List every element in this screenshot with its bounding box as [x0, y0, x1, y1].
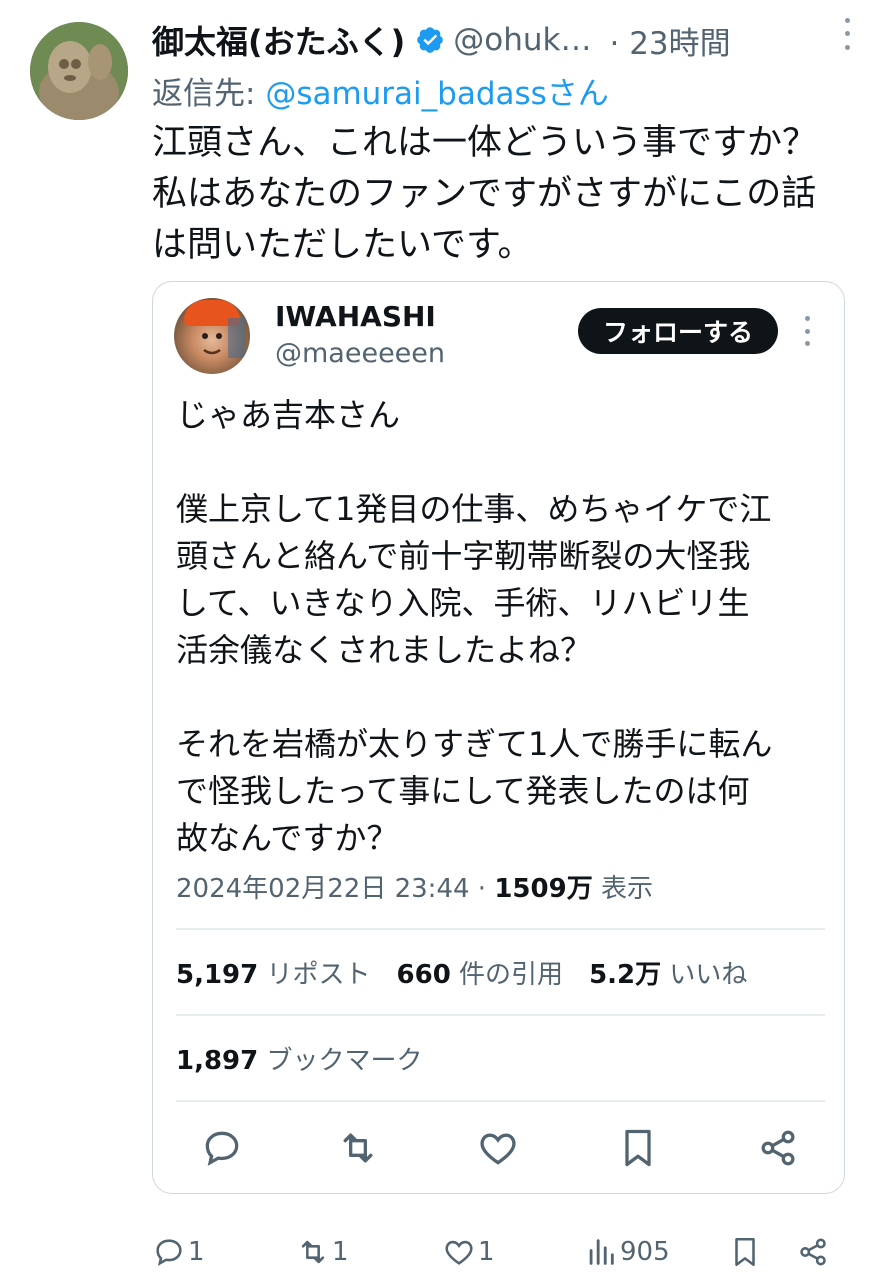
reply-count: 1: [188, 1237, 205, 1267]
bookmark-icon[interactable]: [616, 1126, 660, 1170]
reply-icon[interactable]: [200, 1126, 244, 1170]
bookmarks-count: 1,897: [176, 1046, 259, 1076]
quoted-author-name[interactable]: IWAHASHI: [275, 300, 436, 333]
quoted-more-options-icon[interactable]: [800, 316, 814, 346]
views-count: 1509万: [494, 874, 593, 904]
like-icon: [445, 1240, 473, 1265]
likes-label[interactable]: いいね: [661, 960, 747, 990]
views-chart-icon: [589, 1239, 614, 1265]
footer-repost-button[interactable]: 1: [296, 1232, 349, 1272]
repost-count: 1: [332, 1237, 349, 1267]
share-icon: [800, 1238, 826, 1266]
like-icon[interactable]: [476, 1126, 520, 1170]
bookmarks-label: ブックマーク: [258, 1046, 423, 1076]
follow-button[interactable]: フォローする: [578, 308, 778, 354]
quotes-label[interactable]: 件の引用: [451, 960, 563, 990]
quoted-avatar-face: [202, 318, 246, 358]
clay-figure-image: [30, 22, 128, 120]
author-name[interactable]: 御太福(おたふく): [152, 17, 405, 63]
quoted-author-avatar[interactable]: [174, 298, 250, 374]
divider: [176, 1100, 825, 1102]
quoted-tweet-meta: 2024年02月22日 23:44 · 1509万 表示: [176, 868, 653, 905]
views-label: 表示: [592, 874, 653, 904]
quoted-tweet-text: じゃあ吉本さん 僕上京して1発目の仕事、めちゃイケで江 頭さんと絡んで前十字靭帯…: [176, 396, 773, 857]
like-count: 1: [478, 1237, 495, 1267]
reposts-label[interactable]: リポスト: [258, 960, 371, 990]
engagement-stats: 5,197 リポスト 660 件の引用 5.2万 いいね: [176, 954, 773, 991]
reply-prefix: 返信先:: [152, 76, 266, 112]
author-handle[interactable]: @ohuk…: [453, 22, 591, 58]
divider: [176, 928, 825, 930]
more-options-icon[interactable]: [835, 14, 859, 54]
repost-icon[interactable]: [336, 1126, 380, 1170]
footer-views-button[interactable]: 905: [584, 1232, 670, 1272]
verified-badge-icon: [417, 27, 444, 53]
quotes-count[interactable]: 660: [397, 960, 451, 990]
author-avatar[interactable]: [30, 22, 128, 120]
divider: [176, 1014, 825, 1016]
bookmarks-stat: 1,897 ブックマーク: [176, 1040, 423, 1077]
reply-icon: [156, 1239, 182, 1266]
reply-mention-link[interactable]: @samurai_badassさん: [265, 76, 609, 112]
views-count-footer: 905: [620, 1237, 670, 1267]
quoted-author-handle[interactable]: @maeeeeen: [275, 338, 445, 369]
footer-reply-button[interactable]: 1: [152, 1232, 205, 1272]
share-icon[interactable]: [756, 1126, 800, 1170]
footer-bookmark-button[interactable]: [728, 1232, 764, 1272]
footer-share-button[interactable]: [796, 1232, 832, 1272]
footer-like-button[interactable]: 1: [442, 1232, 495, 1272]
tweet-text: 江頭さん、これは一体どういう事ですか？ 私はあなたのファンですがさすがにこの話 …: [152, 123, 818, 265]
tweet-header: 御太福(おたふく) @ohuk… · 23時間: [152, 16, 857, 64]
tweet-time[interactable]: · 23時間: [609, 18, 730, 63]
reply-to-line: 返信先: @samurai_badassさん: [152, 68, 609, 113]
reposts-count[interactable]: 5,197: [176, 960, 258, 990]
bookmark-icon: [735, 1237, 755, 1267]
repost-icon: [301, 1240, 325, 1264]
quoted-timestamp[interactable]: 2024年02月22日 23:44 ·: [176, 874, 494, 904]
likes-count[interactable]: 5.2万: [589, 960, 661, 990]
quoted-action-bar: [176, 1122, 825, 1176]
